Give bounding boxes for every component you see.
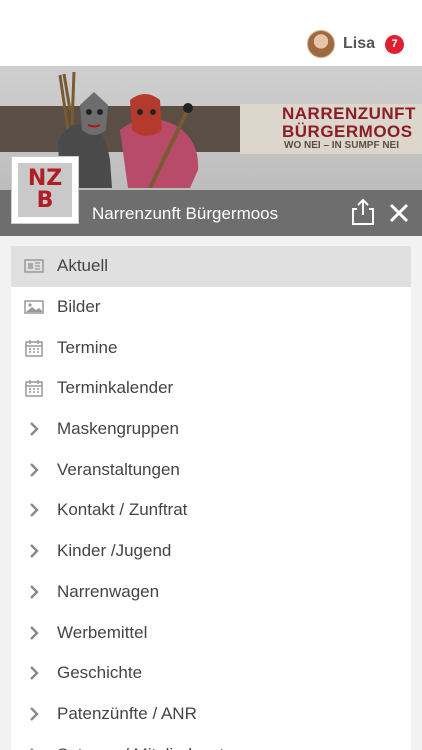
menu-item-label: Patenzünfte / ANR [57,703,197,723]
chevron-right-icon [24,745,44,750]
newspaper-icon [24,256,44,276]
avatar[interactable] [306,30,335,58]
chevron-right-icon [24,500,44,520]
menu-item[interactable]: Werbemittel [11,612,411,653]
menu-item[interactable]: Maskengruppen [11,409,411,450]
chevron-right-icon [24,419,44,439]
menu-item-label: Narrenwagen [57,581,160,601]
menu-item[interactable]: Satzung / Mitgliedsantrag [11,734,411,750]
menu-item[interactable]: Geschichte [11,653,411,694]
menu-item[interactable]: Aktuell [11,246,411,287]
navigation-menu: Aktuell Bilder Termine Terminkalender Masken… [11,246,411,750]
calendar-icon [24,378,44,398]
chevron-right-icon [24,460,44,480]
menu-item-label: Termine [57,337,118,357]
club-logo-line1: NZ [27,166,63,191]
menu-item-label: Werbemittel [57,622,148,642]
chevron-right-icon [24,541,44,561]
notification-badge[interactable]: 7 [385,34,404,54]
menu-item[interactable]: Patenzünfte / ANR [11,694,411,735]
club-logo-line2: B [36,188,54,213]
close-icon[interactable] [388,202,410,224]
menu-item[interactable]: Narrenwagen [11,572,411,613]
menu-item-label: Terminkalender [57,378,174,398]
image-icon [24,297,44,317]
menu-item[interactable]: Terminkalender [11,368,411,409]
menu-item-label: Bilder [57,297,101,317]
chevron-right-icon [24,623,44,643]
menu-item-label: Aktuell [57,256,109,276]
menu-item-label: Geschichte [57,663,143,683]
share-icon[interactable] [350,198,376,226]
chevron-right-icon [24,582,44,602]
menu-item-label: Kinder /Jugend [57,541,172,561]
menu-item[interactable]: Termine [11,327,411,368]
club-name: Narrenzunft Bürgermoos [92,204,279,223]
top-bar: Lisa 7 [0,0,422,66]
menu-item[interactable]: Veranstaltungen [11,449,411,490]
user-profile[interactable]: Lisa 7 [306,28,404,60]
menu-item[interactable]: Kinder /Jugend [11,531,411,572]
menu-item-label: Kontakt / Zunftrat [57,500,188,520]
banner-tagline: WO NEI – IN SUMPF NEI [284,140,400,151]
menu-item[interactable]: Kontakt / Zunftrat [11,490,411,531]
chevron-right-icon [24,704,44,724]
chevron-right-icon [24,663,44,683]
menu-item-label: Veranstaltungen [57,459,180,479]
club-logo: NZ B [11,156,79,224]
banner-title-line2: BÜRGERMOOS [282,122,413,141]
user-name[interactable]: Lisa [343,35,375,53]
menu-item-label: Maskengruppen [57,419,179,439]
menu-item-label: Satzung / Mitgliedsantrag [57,745,249,750]
calendar-icon [24,338,44,358]
banner-title-line1: NARRENZUNFT [282,104,416,123]
menu-item[interactable]: Bilder [11,287,411,328]
